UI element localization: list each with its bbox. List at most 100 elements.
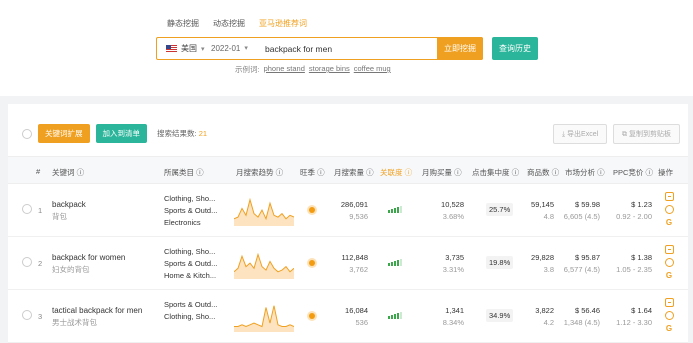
list-add-icon[interactable]	[664, 192, 674, 201]
keyword-input[interactable]: backpack for men	[261, 44, 437, 54]
trend-sparkline[interactable]	[234, 196, 294, 226]
tab-static[interactable]: 静态挖掘	[167, 18, 199, 29]
category-item[interactable]: Electronics	[164, 217, 217, 229]
us-flag-icon	[166, 44, 177, 53]
trend-sparkline[interactable]	[234, 249, 294, 279]
row-index: 2	[38, 259, 43, 268]
market-cell[interactable]: $ 95.87 6,577 (4.5)	[556, 252, 600, 276]
example-link[interactable]: coffee mug	[354, 64, 391, 75]
table-row[interactable]: 3 tactical backpack for men 男士战术背包 Sport…	[8, 290, 688, 343]
category-item[interactable]: Sports & Outd...	[164, 205, 217, 217]
signal-bar	[388, 316, 390, 319]
row-checkbox[interactable]	[22, 310, 32, 320]
export-excel-button[interactable]: ⤓ 导出Excel	[553, 124, 608, 144]
tab-dynamic[interactable]: 动态挖掘	[213, 18, 245, 29]
category-item[interactable]: Sports & Outd...	[164, 258, 217, 270]
date-select[interactable]: 2022-01 ▾	[209, 44, 261, 53]
country-select[interactable]: 美国 ▾	[157, 43, 209, 54]
chevron-down-icon: ▾	[244, 45, 248, 52]
category-item[interactable]: Clothing, Sho...	[164, 246, 217, 258]
season-dot-icon	[309, 260, 315, 266]
table-row[interactable]: 2 backpack for women 妇女的背包 Clothing, Sho…	[8, 237, 688, 290]
season-dot-icon	[309, 207, 315, 213]
reviews-value: 6,605 (4.5)	[563, 212, 600, 221]
circle-icon[interactable]	[664, 205, 674, 214]
products-cell: 29,828 3.8	[524, 252, 554, 276]
ppc-cell: $ 1.38 1.05 - 2.35	[604, 252, 652, 276]
keyword-text[interactable]: backpack for women	[52, 252, 125, 264]
relevance-signal-icon	[388, 205, 402, 213]
export-label: 导出Excel	[567, 131, 599, 138]
ppc-value: $ 1.38	[631, 253, 652, 262]
signal-bar	[394, 208, 396, 213]
volume-sub: 3,762	[349, 265, 368, 274]
list-add-icon[interactable]	[664, 245, 674, 254]
purchases-value: 1,341	[445, 306, 464, 315]
row-actions: G	[663, 192, 675, 227]
circle-icon[interactable]	[664, 258, 674, 267]
ppc-cell: $ 1.64 1.12 - 3.30	[604, 305, 652, 329]
ppc-value: $ 1.23	[631, 200, 652, 209]
ppc-value: $ 1.64	[631, 306, 652, 315]
category-item[interactable]: Home & Kitch...	[164, 270, 217, 282]
category-cell: Clothing, Sho... Sports & Outd... Home & K…	[164, 246, 217, 282]
ppc-cell: $ 1.23 0.92 - 2.00	[604, 199, 652, 223]
signal-bar	[394, 314, 396, 319]
select-all-checkbox[interactable]	[22, 128, 32, 139]
tab-amazon-recommend[interactable]: 亚马逊推荐词	[259, 18, 307, 29]
example-keywords: 示例词: phone stand storage bins coffee mug	[235, 64, 391, 75]
col-products[interactable]: 商品数 ⓘ	[527, 167, 559, 178]
category-item[interactable]: Sports & Outd...	[164, 299, 217, 311]
volume-sub: 9,536	[349, 212, 368, 221]
row-checkbox[interactable]	[22, 204, 32, 214]
google-icon[interactable]: G	[666, 324, 672, 333]
example-link[interactable]: storage bins	[309, 64, 350, 75]
copy-clipboard-button[interactable]: ⧉ 复制到剪贴板	[613, 124, 680, 144]
col-keyword[interactable]: 关键词 ⓘ	[52, 167, 84, 178]
market-cell[interactable]: $ 56.46 1,348 (4.5)	[556, 305, 600, 329]
col-season[interactable]: 旺季 ⓘ	[300, 167, 325, 178]
col-market[interactable]: 市场分析 ⓘ	[565, 167, 605, 178]
search-button[interactable]: 立即挖掘	[437, 37, 483, 60]
result-count-value: 21	[198, 129, 208, 138]
col-trend[interactable]: 月搜索趋势 ⓘ	[236, 167, 283, 178]
trend-sparkline[interactable]	[234, 302, 294, 332]
market-cell[interactable]: $ 59.98 6,605 (4.5)	[556, 199, 600, 223]
category-item[interactable]: Clothing, Sho...	[164, 311, 217, 323]
google-icon[interactable]: G	[666, 271, 672, 280]
example-link[interactable]: phone stand	[264, 64, 305, 75]
keyword-cell[interactable]: backpack for women 妇女的背包	[52, 252, 125, 276]
volume-sub: 536	[355, 318, 368, 327]
category-item[interactable]: Clothing, Sho...	[164, 193, 217, 205]
keyword-text[interactable]: backpack	[52, 199, 86, 211]
col-volume[interactable]: 月搜索量 ⓘ	[334, 167, 374, 178]
col-relevance[interactable]: 关联度 ⓘ	[380, 167, 412, 178]
season-dot-icon	[309, 313, 315, 319]
add-to-list-button[interactable]: 加入到清单	[95, 124, 147, 143]
search-panel: 静态挖掘 动态挖掘 亚马逊推荐词 美国 ▾ 2022-01 ▾ backpack…	[0, 0, 693, 96]
keyword-cell[interactable]: tactical backpack for men 男士战术背包	[52, 305, 142, 329]
products-sub: 3.8	[543, 265, 554, 274]
purchases-pct: 8.34%	[442, 318, 464, 327]
purchases-pct: 3.31%	[442, 265, 464, 274]
country-label: 美国	[181, 44, 197, 53]
list-add-icon[interactable]	[664, 298, 674, 307]
row-actions: G	[663, 245, 675, 280]
circle-icon[interactable]	[664, 311, 674, 320]
col-ppc[interactable]: PPC竞价 ⓘ	[613, 167, 653, 178]
col-concentration[interactable]: 点击集中度 ⓘ	[472, 167, 519, 178]
col-purchases[interactable]: 月购买量 ⓘ	[422, 167, 462, 178]
keyword-expand-button[interactable]: 关键词扩展	[38, 124, 90, 143]
table-row[interactable]: 1 backpack 背包 Clothing, Sho... Sports & O…	[8, 184, 688, 237]
chevron-down-icon: ▾	[201, 45, 205, 53]
history-button[interactable]: 查询历史	[492, 37, 538, 60]
purchases-cell: 3,735 3.31%	[418, 252, 464, 276]
col-category[interactable]: 所属类目 ⓘ	[164, 167, 204, 178]
keyword-text[interactable]: tactical backpack for men	[52, 305, 142, 317]
signal-bar	[391, 315, 393, 319]
row-checkbox[interactable]	[22, 257, 32, 267]
google-icon[interactable]: G	[666, 218, 672, 227]
results-toolbar: 关键词扩展 加入到清单 搜索结果数: 21	[22, 124, 207, 143]
category-cell: Sports & Outd... Clothing, Sho...	[164, 299, 217, 323]
keyword-cell[interactable]: backpack 背包	[52, 199, 86, 223]
